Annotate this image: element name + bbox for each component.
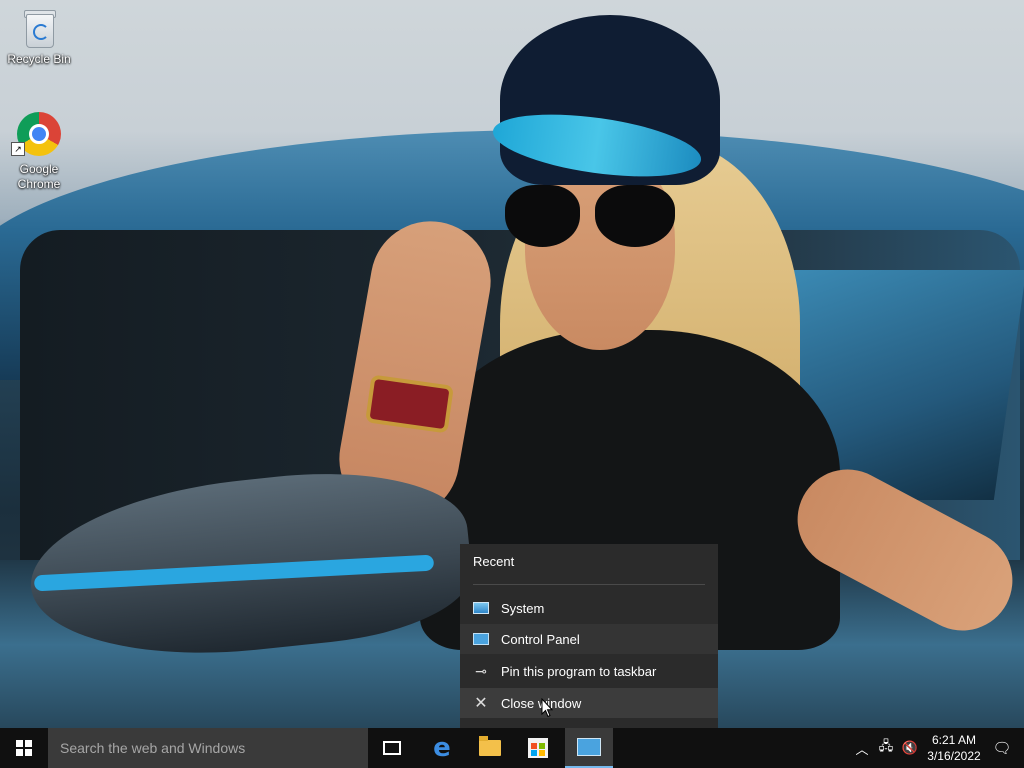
volume-muted-icon[interactable]: 🔇: [898, 728, 922, 768]
search-box[interactable]: Search the web and Windows: [48, 728, 368, 768]
control-panel-icon: [577, 738, 601, 756]
jump-list-close-window[interactable]: ✕ Close window: [460, 688, 718, 718]
taskbar-store-button[interactable]: [514, 728, 562, 768]
folder-icon: [479, 736, 501, 756]
jump-list: Recent System Control Panel ⊸ Pin this p…: [460, 544, 718, 728]
wallpaper-sunglasses: [595, 185, 675, 247]
store-icon: [528, 738, 548, 758]
notification-icon[interactable]: 🗨: [986, 728, 1018, 768]
system-tray: ︿ 🖧 🔇 6:21 AM 3/16/2022 🗨: [850, 728, 1024, 768]
system-icon: [473, 600, 489, 616]
chrome-icon: ↗: [11, 112, 61, 156]
pin-icon: ⊸: [475, 662, 487, 679]
desktop-icon-label: Google Chrome: [17, 162, 61, 191]
desktop-icon-google-chrome[interactable]: ↗ Google Chrome: [1, 112, 77, 192]
start-button[interactable]: [0, 728, 48, 768]
desktop-icon-recycle-bin[interactable]: Recycle Bin: [1, 8, 77, 67]
chevron-up-icon[interactable]: ︿: [850, 728, 874, 768]
clock-date: 3/16/2022: [927, 749, 981, 763]
search-placeholder: Search the web and Windows: [60, 740, 246, 756]
desktop-icon-label: Recycle Bin: [7, 52, 71, 66]
jump-list-item-label: Pin this program to taskbar: [501, 663, 657, 679]
jump-list-pin-taskbar[interactable]: ⊸ Pin this program to taskbar: [460, 656, 718, 686]
mouse-pointer-icon: [541, 698, 553, 718]
jump-list-item-label: System: [501, 600, 545, 616]
taskbar: Search the web and Windows e ︿ 🖧 🔇 6:21 …: [0, 728, 1024, 768]
edge-icon: e: [433, 733, 451, 763]
show-desktop-button[interactable]: [1018, 728, 1024, 768]
clock[interactable]: 6:21 AM 3/16/2022: [922, 732, 986, 764]
control-panel-icon: [473, 631, 489, 647]
shortcut-arrow-icon: ↗: [11, 142, 25, 156]
taskbar-control-panel-button[interactable]: [565, 728, 613, 768]
clock-time: 6:21 AM: [931, 733, 977, 747]
jump-list-item-label: Control Panel: [501, 631, 580, 647]
jump-list-item-system[interactable]: System: [460, 593, 718, 623]
task-view-icon: [383, 741, 401, 755]
jump-list-divider: [473, 584, 705, 585]
taskbar-edge-button[interactable]: e: [418, 728, 466, 768]
recycle-bin-icon: [22, 8, 56, 48]
jump-list-header: Recent: [473, 554, 515, 569]
wallpaper-sunglasses: [505, 185, 580, 247]
task-view-button[interactable]: [368, 728, 416, 768]
windows-logo-icon: [16, 740, 32, 756]
network-icon[interactable]: 🖧: [874, 728, 898, 768]
taskbar-file-explorer-button[interactable]: [466, 728, 514, 768]
close-icon: ✕: [474, 695, 488, 712]
jump-list-item-control-panel[interactable]: Control Panel: [460, 624, 718, 654]
